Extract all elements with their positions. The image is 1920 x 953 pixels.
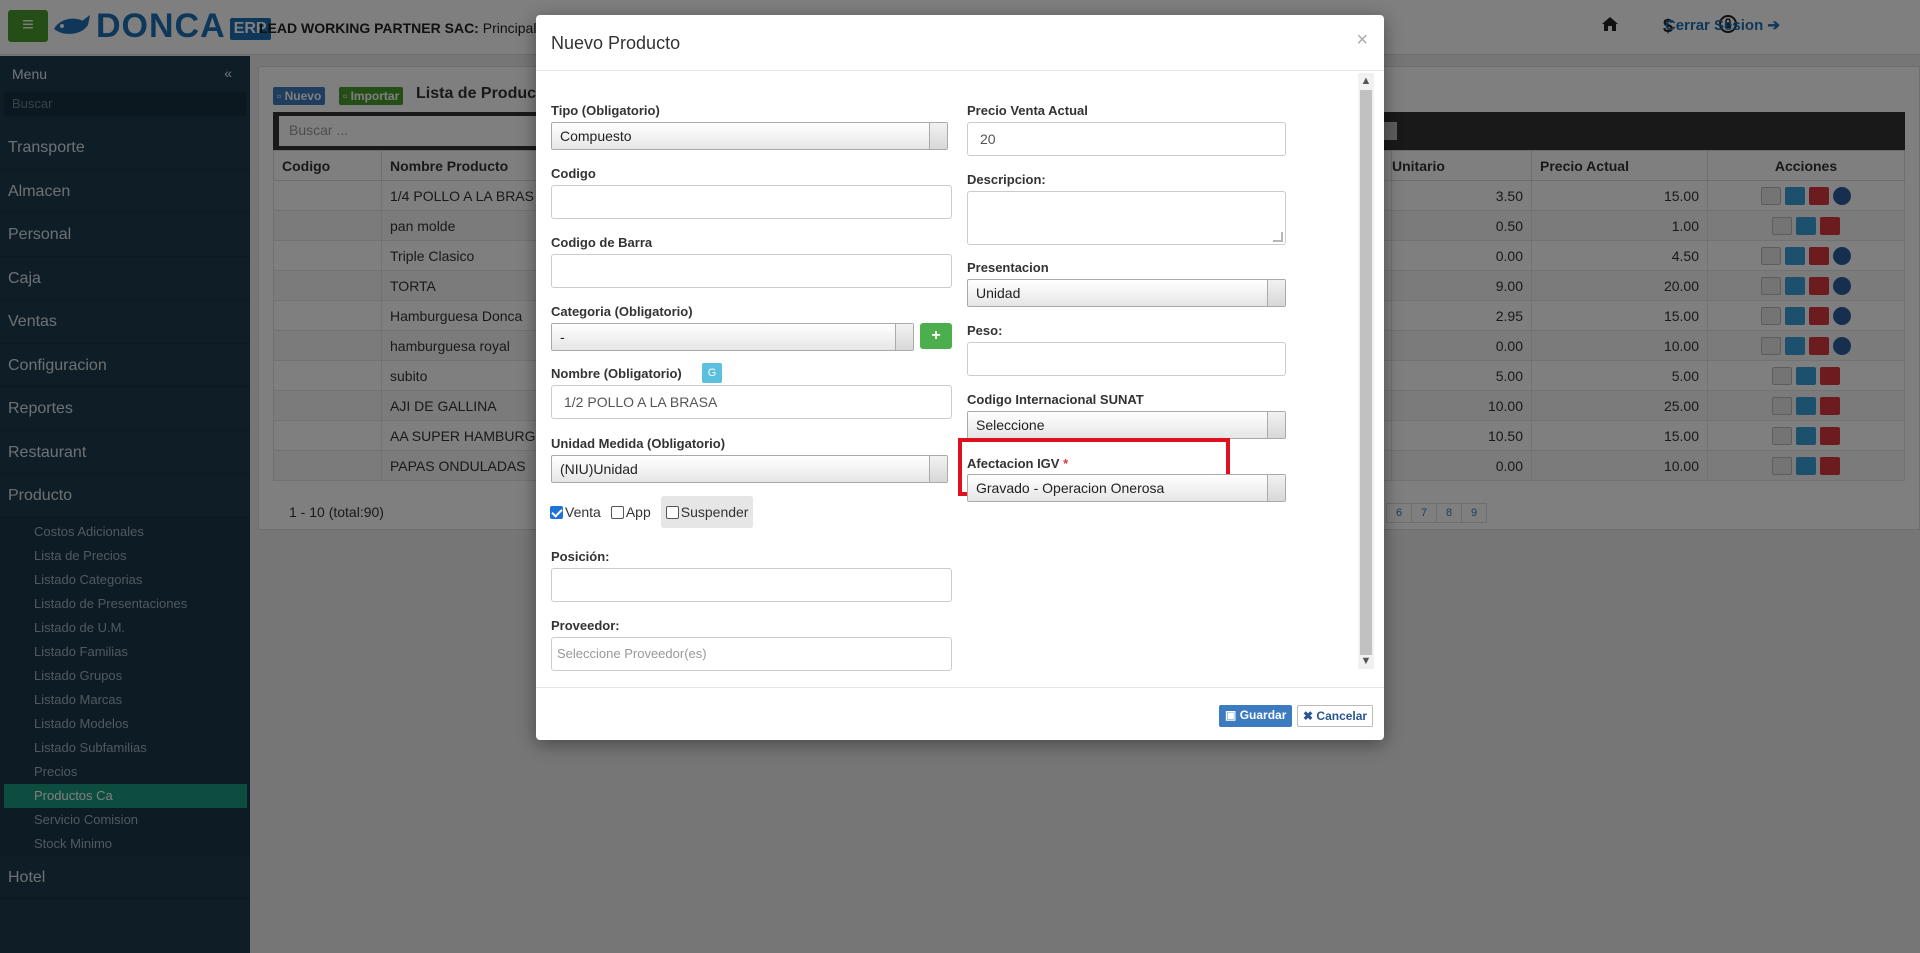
scroll-down-icon[interactable]: ▼ [1358, 653, 1374, 669]
descripcion-label: Descripcion: [967, 172, 1046, 187]
checkbox-checked-icon [550, 505, 563, 519]
save-label: Guardar [1239, 708, 1287, 722]
um-label: Unidad Medida (Obligatorio) [551, 436, 726, 451]
dropdown-arrow-icon [895, 324, 913, 350]
um-select[interactable]: (NIU)Unidad [551, 455, 948, 483]
flags-checkboxes: Venta App Suspender [550, 496, 763, 528]
close-icon: ✖ [1303, 709, 1314, 723]
cancel-button[interactable]: ✖ Cancelar [1297, 705, 1374, 727]
sunat-select[interactable]: Seleccione [967, 411, 1286, 439]
codigo-label: Codigo [551, 166, 596, 181]
modal-header: Nuevo Producto × [536, 15, 1384, 71]
venta-label: Venta [565, 504, 601, 520]
categoria-label: Categoria (Obligatorio) [551, 304, 693, 319]
venta-checkbox[interactable]: Venta [550, 496, 601, 528]
tipo-select[interactable]: Compuesto [551, 122, 948, 150]
save-button[interactable]: ▣ Guardar [1219, 705, 1293, 727]
new-product-modal: Nuevo Producto × Tipo (Obligatorio) Comp… [536, 15, 1384, 740]
add-category-button[interactable]: + [920, 323, 952, 349]
suspender-checkbox[interactable]: Suspender [660, 496, 754, 528]
presentacion-label: Presentacion [967, 260, 1049, 275]
presentacion-value: Unidad [976, 285, 1021, 301]
suspender-label: Suspender [680, 504, 749, 520]
precio-input[interactable]: 20 [967, 122, 1286, 156]
um-value: (NIU)Unidad [560, 461, 638, 477]
dropdown-arrow-icon [1267, 280, 1285, 306]
dropdown-arrow-icon [929, 456, 947, 482]
nombre-label: Nombre (Obligatorio) [551, 366, 682, 381]
proveedor-label: Proveedor: [551, 618, 620, 633]
precio-label: Precio Venta Actual [967, 103, 1088, 118]
required-marker: * [1063, 456, 1069, 471]
close-icon[interactable]: × [1356, 29, 1368, 52]
dropdown-arrow-icon [929, 123, 947, 149]
proveedor-select[interactable]: Seleccione Proveedor(es) [551, 637, 952, 671]
generate-name-button[interactable]: G [702, 363, 722, 383]
posicion-label: Posición: [551, 549, 610, 564]
dropdown-arrow-icon [1267, 412, 1285, 438]
modal-title: Nuevo Producto [551, 33, 681, 53]
igv-value: Gravado - Operacion Onerosa [976, 480, 1165, 496]
sunat-label: Codigo Internacional SUNAT [967, 392, 1144, 407]
categoria-value: - [560, 329, 565, 345]
igv-label: Afectacion IGV * [967, 456, 1068, 471]
app-label: App [625, 504, 651, 520]
dropdown-arrow-icon [1267, 475, 1285, 501]
barra-label: Codigo de Barra [551, 235, 653, 250]
sunat-value: Seleccione [976, 417, 1045, 433]
peso-input[interactable] [967, 342, 1286, 376]
igv-select[interactable]: Gravado - Operacion Onerosa [967, 474, 1286, 502]
scroll-up-icon[interactable]: ▲ [1358, 73, 1374, 89]
checkbox-icon [610, 505, 624, 519]
cancel-label: Cancelar [1316, 709, 1368, 723]
barra-input[interactable] [551, 254, 952, 288]
presentacion-select[interactable]: Unidad [967, 279, 1286, 307]
categoria-select[interactable]: - [551, 323, 914, 351]
floppy-disk-icon: ▣ [1225, 708, 1237, 722]
tipo-label: Tipo (Obligatorio) [551, 103, 660, 118]
resize-handle-icon[interactable] [1273, 232, 1283, 242]
nombre-input[interactable]: 1/2 POLLO A LA BRASA [551, 385, 952, 419]
tipo-value: Compuesto [560, 128, 632, 144]
codigo-input[interactable] [551, 185, 952, 219]
checkbox-icon [665, 505, 679, 519]
peso-label: Peso: [967, 323, 1003, 338]
igv-label-text: Afectacion IGV [967, 456, 1060, 471]
modal-body: Tipo (Obligatorio) Compuesto Codigo Codi… [536, 72, 1384, 680]
modal-scrollbar[interactable]: ▲ ▼ [1358, 73, 1374, 669]
scroll-thumb[interactable] [1360, 90, 1372, 655]
app-checkbox[interactable]: App [610, 496, 651, 528]
posicion-input[interactable] [551, 568, 952, 602]
descripcion-textarea[interactable] [967, 191, 1286, 245]
